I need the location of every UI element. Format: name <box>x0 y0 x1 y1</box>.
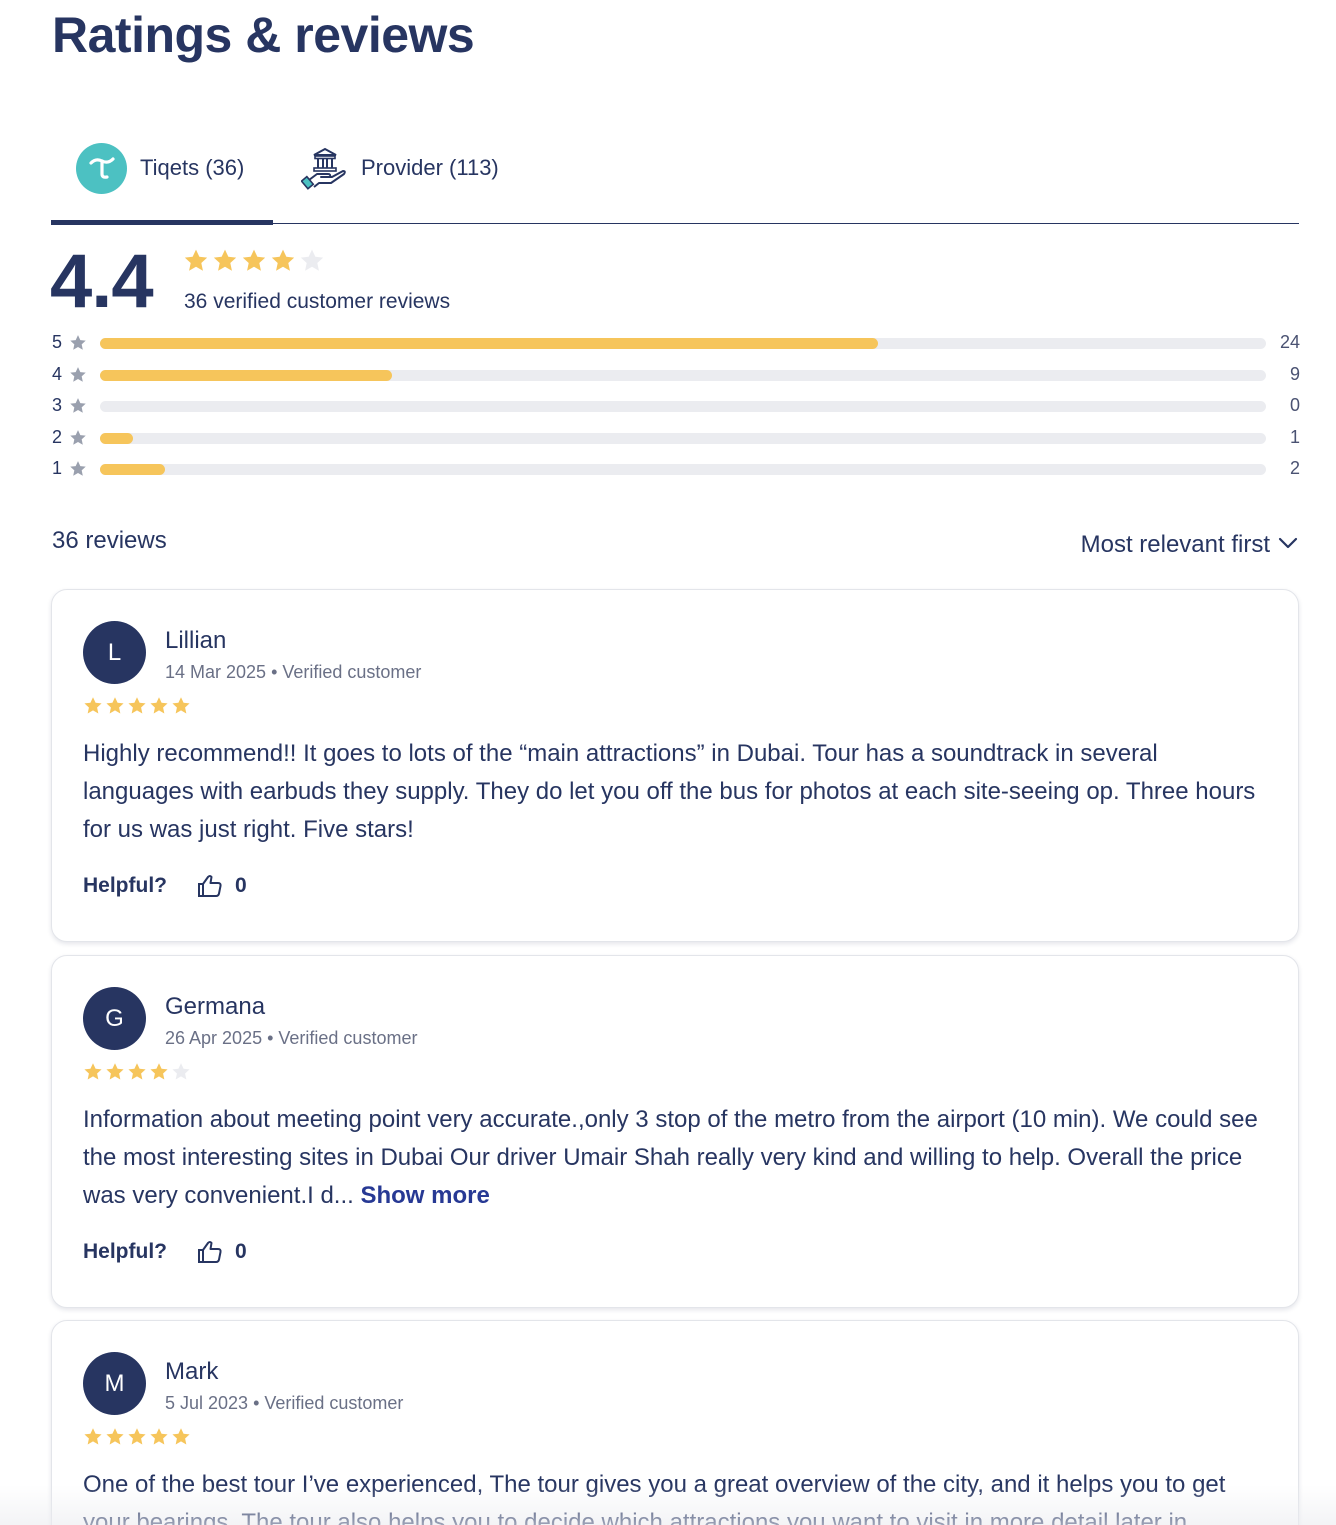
star-icon <box>69 397 87 420</box>
distribution-star-level: 4 <box>52 364 63 384</box>
star-icon <box>69 334 87 357</box>
tiqets-logo-icon <box>76 142 127 194</box>
reviews-total: 36 reviews <box>52 527 167 554</box>
review-star-icon <box>83 696 103 716</box>
chevron-down-icon <box>1278 536 1298 555</box>
avatar: L <box>83 621 146 684</box>
distribution-star-level: 2 <box>52 427 63 447</box>
helpful-label: Helpful? <box>83 874 167 897</box>
review-star-icon <box>83 1062 103 1082</box>
distribution-count: 9 <box>1289 364 1300 384</box>
review-star-icon <box>127 1062 147 1082</box>
review-text: Highly recommend!! It goes to lots of th… <box>83 735 1273 849</box>
review-rating-stars <box>83 1427 191 1447</box>
tab-provider-label: Provider (113) <box>361 155 499 180</box>
review-body: Highly recommend!! It goes to lots of th… <box>83 740 1256 843</box>
review-star-icon <box>149 696 169 716</box>
review-star-icon <box>105 1062 125 1082</box>
distribution-row-2-star: 21 <box>52 427 1300 449</box>
sort-dropdown[interactable]: Most relevant first <box>1081 531 1298 559</box>
page-title: Ratings & reviews <box>52 7 475 63</box>
tab-tiqets-label: Tiqets (36) <box>140 155 245 180</box>
distribution-bar-track <box>100 464 1266 475</box>
distribution-star-level: 3 <box>52 395 63 415</box>
distribution-row-3-star: 30 <box>52 395 1300 417</box>
average-rating-star-icon <box>241 248 267 274</box>
distribution-bar-track <box>100 401 1266 412</box>
average-rating-star-icon <box>270 248 296 274</box>
review-star-icon <box>127 1427 147 1447</box>
average-rating-score: 4.4 <box>50 239 154 324</box>
distribution-row-5-star: 5 24 <box>52 332 1300 354</box>
show-more-link[interactable]: Show more <box>360 1182 489 1209</box>
average-rating-star-icon <box>183 248 209 274</box>
review-meta: 5 Jul 2023 • Verified customer <box>165 1393 404 1413</box>
average-rating-star-icon <box>212 248 238 274</box>
distribution-star-level: 5 <box>52 332 63 352</box>
review-card: G Germana 26 Apr 2025 • Verified customer I… <box>51 955 1299 1308</box>
helpful-section: Helpful? 0 <box>83 1240 247 1264</box>
provider-building-hand-icon <box>299 142 351 194</box>
helpful-count: 0 <box>235 874 247 897</box>
review-meta: 26 Apr 2025 • Verified customer <box>165 1028 418 1048</box>
helpful-section: Helpful? 0 <box>83 874 247 898</box>
distribution-bar-track <box>100 338 1266 349</box>
distribution-bar-fill <box>100 433 133 444</box>
helpful-count: 0 <box>235 1240 247 1263</box>
distribution-star-level: 1 <box>52 458 63 478</box>
tab-tiqets[interactable]: Tiqets (36) <box>76 142 244 194</box>
scroll-fade <box>0 1485 1336 1525</box>
star-icon <box>69 460 87 483</box>
review-star-icon <box>171 1427 191 1447</box>
helpful-label: Helpful? <box>83 1240 167 1263</box>
review-meta: 14 Mar 2025 • Verified customer <box>165 662 422 682</box>
distribution-bar-fill <box>100 370 392 381</box>
review-star-icon <box>105 696 125 716</box>
review-star-icon <box>83 1427 103 1447</box>
thumbs-up-icon[interactable] <box>197 1240 223 1264</box>
distribution-bar-track <box>100 370 1266 381</box>
reviewer-name: Germana <box>165 993 266 1020</box>
review-star-icon <box>149 1062 169 1082</box>
review-card: L Lillian 14 Mar 2025 • Verified customer H… <box>51 589 1299 942</box>
distribution-count: 1 <box>1289 427 1300 447</box>
distribution-count: 2 <box>1289 458 1300 478</box>
avatar: M <box>83 1352 146 1415</box>
review-rating-stars <box>83 696 191 716</box>
review-text: Information about meeting point very acc… <box>83 1101 1273 1215</box>
distribution-bar-track <box>100 433 1266 444</box>
review-source-tabs: Tiqets (36) Provider (113) <box>51 130 1299 225</box>
star-icon <box>69 366 87 389</box>
review-star-icon <box>171 1062 191 1082</box>
star-icon <box>69 429 87 452</box>
distribution-bar-fill <box>100 464 166 475</box>
distribution-bar-fill <box>100 338 878 349</box>
review-star-icon <box>171 696 191 716</box>
average-rating-star-icon <box>299 248 325 274</box>
average-rating-stars <box>183 248 325 274</box>
distribution-count: 0 <box>1289 395 1300 415</box>
distribution-row-1-star: 12 <box>52 458 1300 480</box>
review-star-icon <box>149 1427 169 1447</box>
reviewer-name: Mark <box>165 1358 219 1385</box>
verified-review-count: 36 verified customer reviews <box>184 290 451 313</box>
active-tab-indicator <box>51 220 273 225</box>
tab-provider[interactable]: Provider (113) <box>299 142 499 194</box>
thumbs-up-icon[interactable] <box>197 874 223 898</box>
avatar: G <box>83 987 146 1050</box>
sort-dropdown-label: Most relevant first <box>1080 531 1270 558</box>
distribution-count: 24 <box>1279 332 1300 352</box>
review-rating-stars <box>83 1062 191 1082</box>
distribution-row-4-star: 49 <box>52 364 1300 386</box>
review-body: Information about meeting point very acc… <box>83 1106 1258 1209</box>
reviewer-name: Lillian <box>165 627 227 654</box>
review-star-icon <box>105 1427 125 1447</box>
review-star-icon <box>127 696 147 716</box>
